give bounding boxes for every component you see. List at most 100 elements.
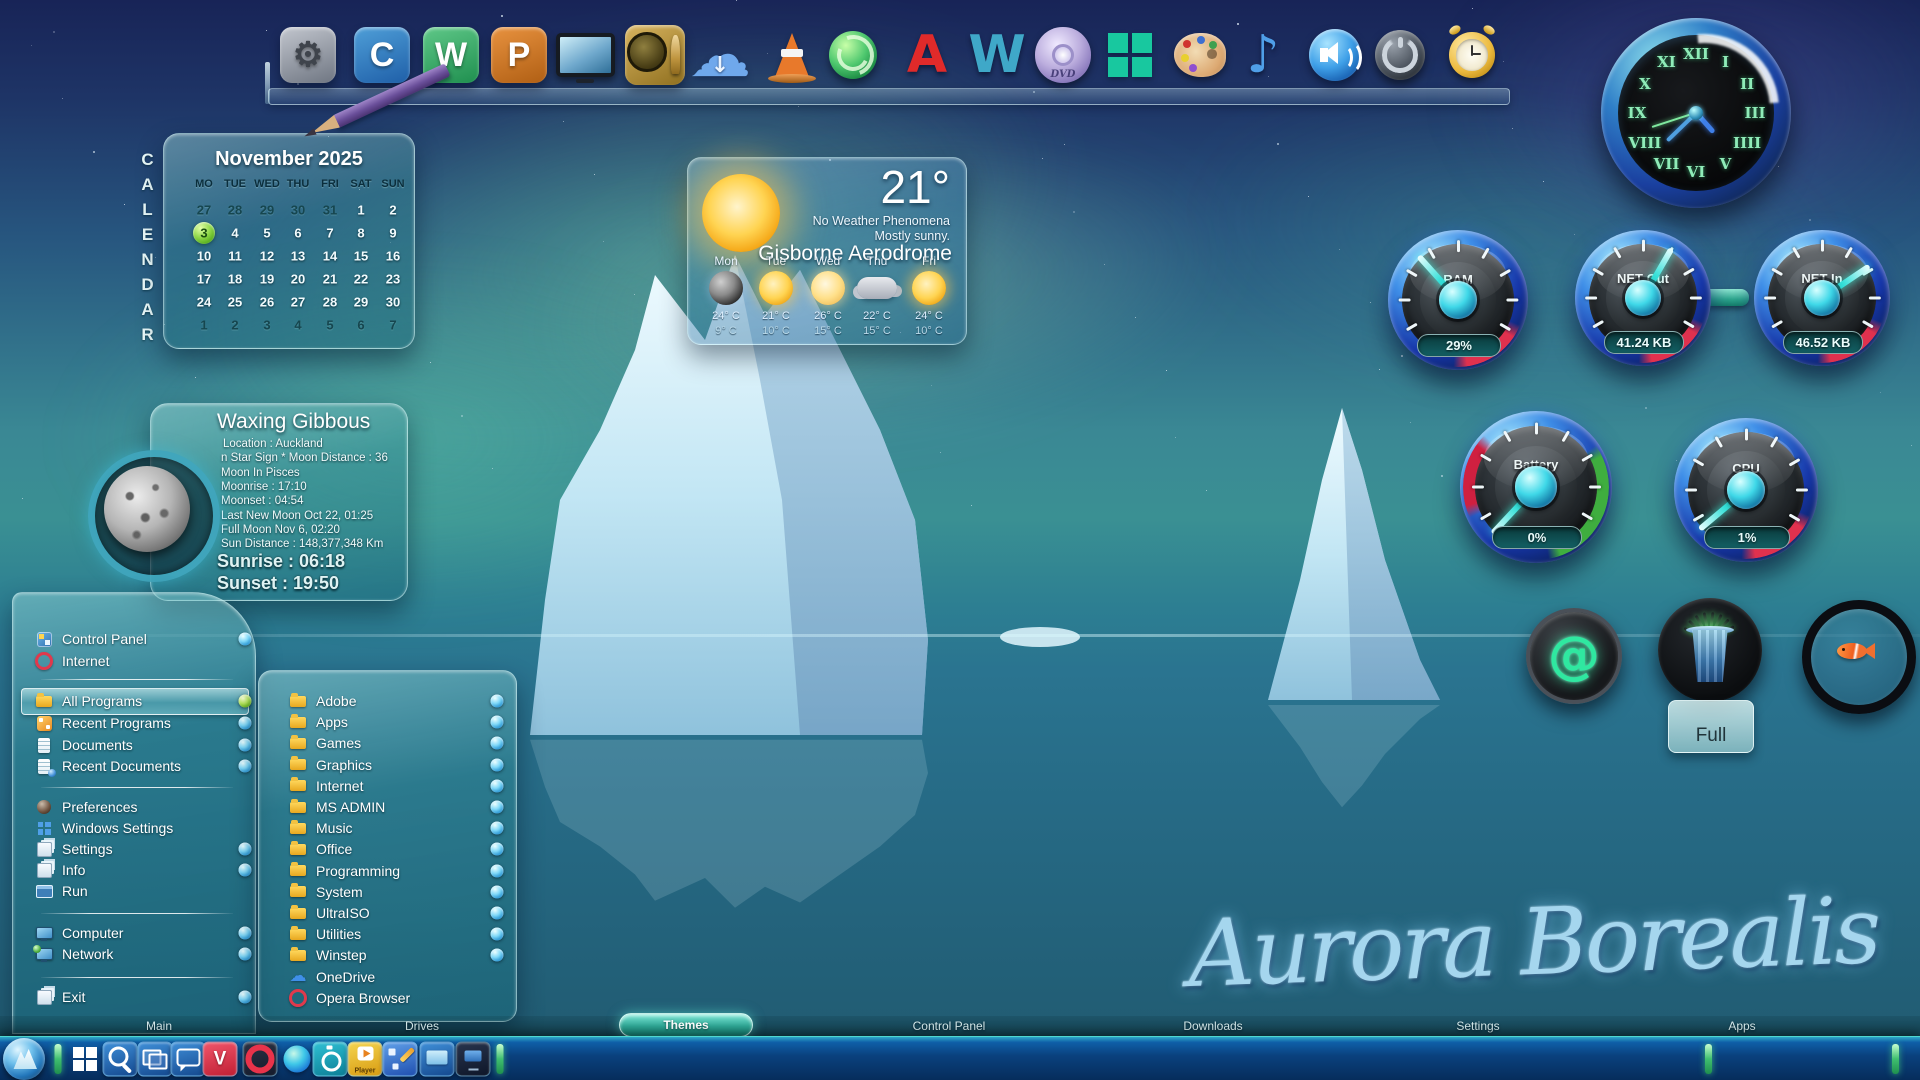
submenu-orb[interactable]: [491, 801, 504, 814]
cubase-icon[interactable]: C: [354, 27, 410, 83]
calendar-today-cell[interactable]: 3: [193, 222, 215, 244]
start-menu-item-run[interactable]: Run: [35, 880, 245, 902]
shelf-tab-control-panel[interactable]: Control Panel: [913, 1019, 986, 1033]
fishbowl-icon[interactable]: [1802, 600, 1916, 714]
submenu-orb[interactable]: [491, 949, 504, 962]
submenu-item-apps[interactable]: Apps: [289, 711, 489, 733]
calendar-date-cell[interactable]: 15: [354, 249, 368, 264]
calendar-date-cell[interactable]: 11: [228, 249, 242, 264]
calendar-date-cell[interactable]: 29: [260, 203, 274, 218]
calendar-date-cell[interactable]: 13: [291, 249, 305, 264]
calendar-date-cell[interactable]: 24: [197, 295, 211, 310]
calendar-date-cell[interactable]: 2: [231, 318, 238, 333]
submenu-orb[interactable]: [491, 822, 504, 835]
paint-icon[interactable]: [1170, 25, 1230, 85]
shelf-tab-downloads[interactable]: Downloads: [1183, 1019, 1242, 1033]
menu-expand-orb[interactable]: [239, 695, 252, 708]
stopwatch-icon[interactable]: [313, 1042, 348, 1077]
calendar-date-cell[interactable]: 31: [323, 203, 337, 218]
submenu-orb[interactable]: [491, 716, 504, 729]
calendar-date-cell[interactable]: 18: [228, 272, 242, 287]
start-menu-item-info[interactable]: Info: [35, 859, 245, 881]
submenu-orb[interactable]: [491, 843, 504, 856]
start-menu-item-control-panel[interactable]: Control Panel: [35, 628, 245, 650]
menu-expand-orb[interactable]: [239, 717, 252, 730]
calendar-date-cell[interactable]: 5: [326, 318, 333, 333]
calendar-date-cell[interactable]: 7: [389, 318, 396, 333]
start-menu-item-windows-settings[interactable]: Windows Settings: [35, 817, 245, 839]
cloud-download-icon[interactable]: ☁↓: [690, 25, 750, 85]
email-icon[interactable]: @: [1526, 608, 1622, 704]
calendar-date-cell[interactable]: 12: [260, 249, 274, 264]
submenu-orb[interactable]: [491, 779, 504, 792]
vlc-icon[interactable]: [762, 25, 822, 85]
menu-expand-orb[interactable]: [239, 991, 252, 1004]
calendar-date-cell[interactable]: 7: [326, 226, 333, 241]
acrobat-icon[interactable]: A: [897, 25, 957, 85]
search-icon[interactable]: [103, 1042, 138, 1077]
calendar-date-cell[interactable]: 2: [389, 203, 396, 218]
media-player-icon[interactable]: Player: [348, 1042, 383, 1077]
shelf-tab-main[interactable]: Main: [146, 1019, 172, 1033]
calendar-date-cell[interactable]: 28: [228, 203, 242, 218]
shelf-tab-apps[interactable]: Apps: [1728, 1019, 1755, 1033]
word-icon[interactable]: W: [967, 25, 1027, 85]
calendar-date-cell[interactable]: 20: [291, 272, 305, 287]
start-button[interactable]: [3, 1038, 45, 1080]
opera-icon[interactable]: [243, 1042, 278, 1077]
submenu-item-ms-admin[interactable]: MS ADMIN: [289, 796, 489, 818]
calendar-date-cell[interactable]: 26: [260, 295, 274, 310]
gauge-cpu[interactable]: CPU1%: [1674, 418, 1818, 562]
vivaldi-icon[interactable]: V: [203, 1042, 238, 1077]
calendar-date-cell[interactable]: 8: [357, 226, 364, 241]
gauge-battery[interactable]: Battery0%: [1460, 411, 1612, 563]
menu-expand-orb[interactable]: [239, 633, 252, 646]
calendar-date-cell[interactable]: 9: [389, 226, 396, 241]
calendar-widget[interactable]: November 2025 MOTUEWEDTHUFRISATSUN 27282…: [163, 133, 415, 349]
presonus-icon[interactable]: P: [491, 27, 547, 83]
submenu-orb[interactable]: [491, 737, 504, 750]
start-menu-item-documents[interactable]: Documents: [35, 734, 245, 756]
calendar-date-cell[interactable]: 28: [323, 295, 337, 310]
calendar-date-cell[interactable]: 30: [386, 295, 400, 310]
paint-app-icon[interactable]: [383, 1042, 418, 1077]
recycle-bin-icon[interactable]: [1658, 598, 1762, 702]
calendar-date-cell[interactable]: 25: [228, 295, 242, 310]
submenu-orb[interactable]: [491, 864, 504, 877]
calendar-date-cell[interactable]: 5: [263, 226, 270, 241]
calendar-date-cell[interactable]: 1: [357, 203, 364, 218]
gauge-net-in[interactable]: NET In46.52 KB: [1754, 230, 1890, 366]
calendar-date-cell[interactable]: 29: [354, 295, 368, 310]
shelf-tab-drives[interactable]: Drives: [405, 1019, 439, 1033]
weather-widget[interactable]: 21° No Weather Phenomena Mostly sunny. G…: [687, 157, 967, 345]
tv-icon[interactable]: [555, 25, 615, 85]
start-menu-item-preferences[interactable]: Preferences: [35, 796, 245, 818]
start-menu-item-exit[interactable]: Exit: [35, 986, 245, 1008]
submenu-item-games[interactable]: Games: [289, 732, 489, 754]
submenu-item-system[interactable]: System: [289, 881, 489, 903]
submenu-item-office[interactable]: Office: [289, 838, 489, 860]
task-view-icon[interactable]: [138, 1042, 173, 1077]
calendar-date-cell[interactable]: 6: [294, 226, 301, 241]
menu-expand-orb[interactable]: [239, 843, 252, 856]
calendar-date-cell[interactable]: 30: [291, 203, 305, 218]
calendar-date-cell[interactable]: 3: [263, 318, 270, 333]
submenu-item-programming[interactable]: Programming: [289, 860, 489, 882]
start-menu-item-settings[interactable]: Settings: [35, 838, 245, 860]
calendar-date-cell[interactable]: 4: [294, 318, 301, 333]
menu-expand-orb[interactable]: [239, 948, 252, 961]
start-menu-item-network[interactable]: Network: [35, 943, 245, 965]
remote-desktop-icon[interactable]: [456, 1042, 491, 1077]
dvd-icon[interactable]: DVD: [1033, 25, 1093, 85]
start-menu-item-recent-programs[interactable]: Recent Programs: [35, 712, 245, 734]
submenu-orb[interactable]: [491, 885, 504, 898]
submenu-item-internet[interactable]: Internet: [289, 775, 489, 797]
calendar-date-cell[interactable]: 27: [291, 295, 305, 310]
submenu-item-winstep[interactable]: Winstep: [289, 944, 489, 966]
submenu-item-ultraiso[interactable]: UltraISO: [289, 902, 489, 924]
power-icon[interactable]: [1370, 25, 1430, 85]
analog-clock-widget[interactable]: XIIIIIIIIIIIIVVIVIIVIIIIXXXI: [1601, 18, 1791, 208]
calendar-date-cell[interactable]: 4: [231, 226, 238, 241]
menu-expand-orb[interactable]: [239, 864, 252, 877]
alarm-clock-icon[interactable]: [1442, 25, 1502, 85]
